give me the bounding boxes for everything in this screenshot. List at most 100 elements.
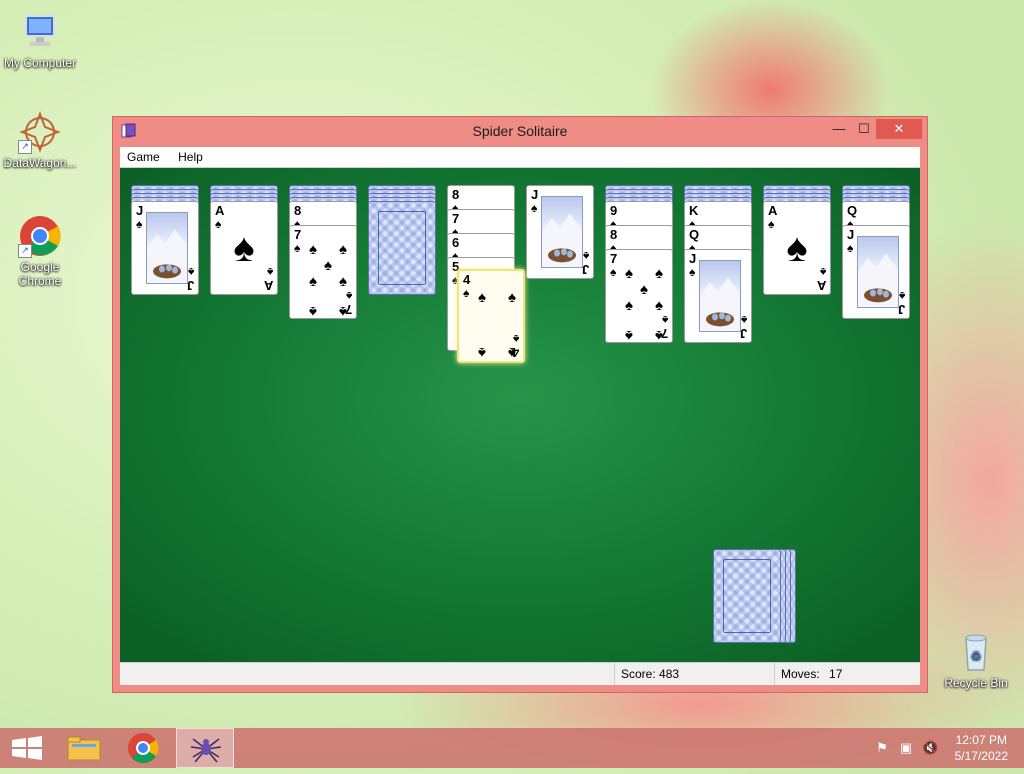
taskbar-chrome[interactable] [114,728,172,768]
score-text: Score: 483 [621,667,680,681]
spade-suit-icon: ♠ [582,249,589,263]
card-rank: J [531,187,539,202]
menu-bar: Game Help [120,147,920,168]
spade-suit-icon: ♠ [898,289,905,303]
spade-pip-icon: ♠ [640,281,648,298]
datawagon-icon: ↗ [18,110,62,154]
windows-logo-icon [12,736,42,760]
title-bar[interactable]: Spider Solitaire — ☐ ✕ [113,117,927,147]
chrome-icon: ↗ [18,214,62,258]
card-rank-bottom: J [897,302,905,317]
face-card-art [857,236,899,308]
spade-pip-icon: ♠ [324,257,332,274]
spade-pip-icon: ♠ [309,303,317,319]
taskbar-file-explorer[interactable] [55,728,113,768]
spade-suit-icon: ♠ [847,241,854,255]
game-board[interactable]: J♠J♠A♠♠A♠8♠8♠7♠♠♠♠♠♠♠♠7♠8♠8♠7♠7♠6♠6♠5♠5♠… [120,168,920,663]
playing-card[interactable]: J ♠ J ♠ [684,249,752,343]
desktop-icon-label: Recycle Bin [944,676,1008,690]
spade-pip-icon: ♠ [508,289,516,306]
spade-suit-icon: ♠ [740,313,747,327]
card-rank: J [847,227,855,242]
volume-muted-icon[interactable]: 🔇 [922,740,938,756]
spade-suit-icon: ♠ [661,313,668,327]
playing-card[interactable]: 7 ♠ ♠ ♠ ♠ ♠ ♠ ♠ ♠ 7 ♠ [289,225,357,319]
playing-card[interactable]: J ♠ J ♠ [842,225,910,319]
spade-pip-icon: ♠ [339,241,347,258]
clock-date: 5/17/2022 [954,749,1008,763]
card-rank: J [689,251,697,266]
action-center-flag-icon[interactable]: ⚑ [874,740,890,756]
spade-pip-icon: ♠ [478,289,486,306]
spade-suit-icon: ♠ [294,241,301,255]
menu-game[interactable]: Game [120,147,167,167]
spade-pip-icon: ♠ [233,226,255,270]
desktop-icon-label: DataWagon... [3,156,77,170]
start-button[interactable] [0,728,58,768]
dragging-card[interactable]: 4 ♠ ♠ ♠ ♠ ♠ 4 ♠ [457,269,525,363]
network-icon[interactable]: ▣ [898,740,914,756]
spade-suit-icon: ♠ [819,265,826,279]
moves-label: Moves: [781,667,820,681]
spade-suit-icon: ♠ [266,265,273,279]
taskbar-spider-solitaire[interactable] [176,728,234,768]
card-pips: ♠ ♠ ♠ ♠ [473,285,516,361]
spade-suit-icon: ♠ [689,265,696,279]
spade-pip-icon: ♠ [655,265,663,282]
maximize-button[interactable]: ☐ [850,119,878,139]
card-rank: 6 [452,235,460,250]
spade-suit-icon: ♠ [531,201,538,215]
spade-pip-icon: ♠ [625,265,633,282]
card-rank-bottom: 4 [511,345,519,360]
playing-card[interactable]: 7 ♠ ♠ ♠ ♠ ♠ ♠ ♠ ♠ 7 ♠ [605,249,673,343]
playing-card[interactable]: J ♠ J ♠ [131,201,199,295]
recycle-bin-icon: ♻ [954,630,998,674]
desktop-icon-label: Google Chrome [18,260,62,288]
card-rank: K [689,203,699,218]
card-pips: ♠ ♠ ♠ ♠ ♠ ♠ ♠ [620,264,663,342]
desktop-icon-recycle-bin[interactable]: ♻ Recycle Bin [936,630,1016,690]
card-rank-bottom: 7 [660,326,668,341]
moves-value: 17 [829,667,843,681]
card-rank-bottom: 7 [344,302,352,317]
desktop-icon-google-chrome[interactable]: ↗ Google Chrome [0,214,80,288]
spade-suit-icon: ♠ [463,286,470,300]
spade-pip-icon: ♠ [478,344,486,361]
spade-suit-icon: ♠ [187,265,194,279]
spade-pip-icon: ♠ [786,226,808,270]
card-rank-bottom: J [186,278,194,293]
status-bar: Score: 483 Moves: 17 [120,662,920,685]
card-rank: 7 [294,227,302,242]
minimize-button[interactable]: — [825,119,853,139]
svg-text:♻: ♻ [971,649,982,663]
close-button[interactable]: ✕ [876,119,922,139]
spider-icon [190,738,222,763]
playing-card[interactable]: J ♠ J ♠ [526,185,594,279]
playing-card[interactable]: A ♠ ♠ A ♠ [210,201,278,295]
card-rank-bottom: J [739,326,747,341]
card-rank: A [768,203,778,218]
card-rank: Q [847,203,858,218]
desktop-icon-my-computer[interactable]: My Computer [0,10,80,70]
computer-icon [18,10,62,54]
moves-display: Moves: 17 [774,663,911,685]
taskbar: ⚑ ▣ 🔇 12:07 PM 5/17/2022 [0,728,1024,768]
card-rank: J [136,203,144,218]
spade-pip-icon: ♠ [309,273,317,290]
card-rank: 8 [452,187,460,202]
spade-suit-icon: ♠ [512,332,519,346]
menu-help[interactable]: Help [171,147,210,167]
playing-card[interactable]: A ♠ ♠ A ♠ [763,201,831,295]
card-rank: 9 [610,203,618,218]
card-pips: ♠ ♠ ♠ ♠ ♠ ♠ ♠ [304,240,347,318]
spade-pip-icon: ♠ [339,273,347,290]
score-display: Score: 483 [614,663,771,685]
spade-suit-icon: ♠ [136,217,143,231]
spade-pip-icon: ♠ [655,297,663,314]
face-card-art [541,196,583,268]
desktop-icon-datawagon[interactable]: ↗ DataWagon... [0,110,80,170]
system-clock[interactable]: 12:07 PM 5/17/2022 [955,732,1008,764]
stock-pile-card[interactable] [713,549,781,643]
spade-suit-icon: ♠ [345,289,352,303]
face-card-art [146,212,188,284]
